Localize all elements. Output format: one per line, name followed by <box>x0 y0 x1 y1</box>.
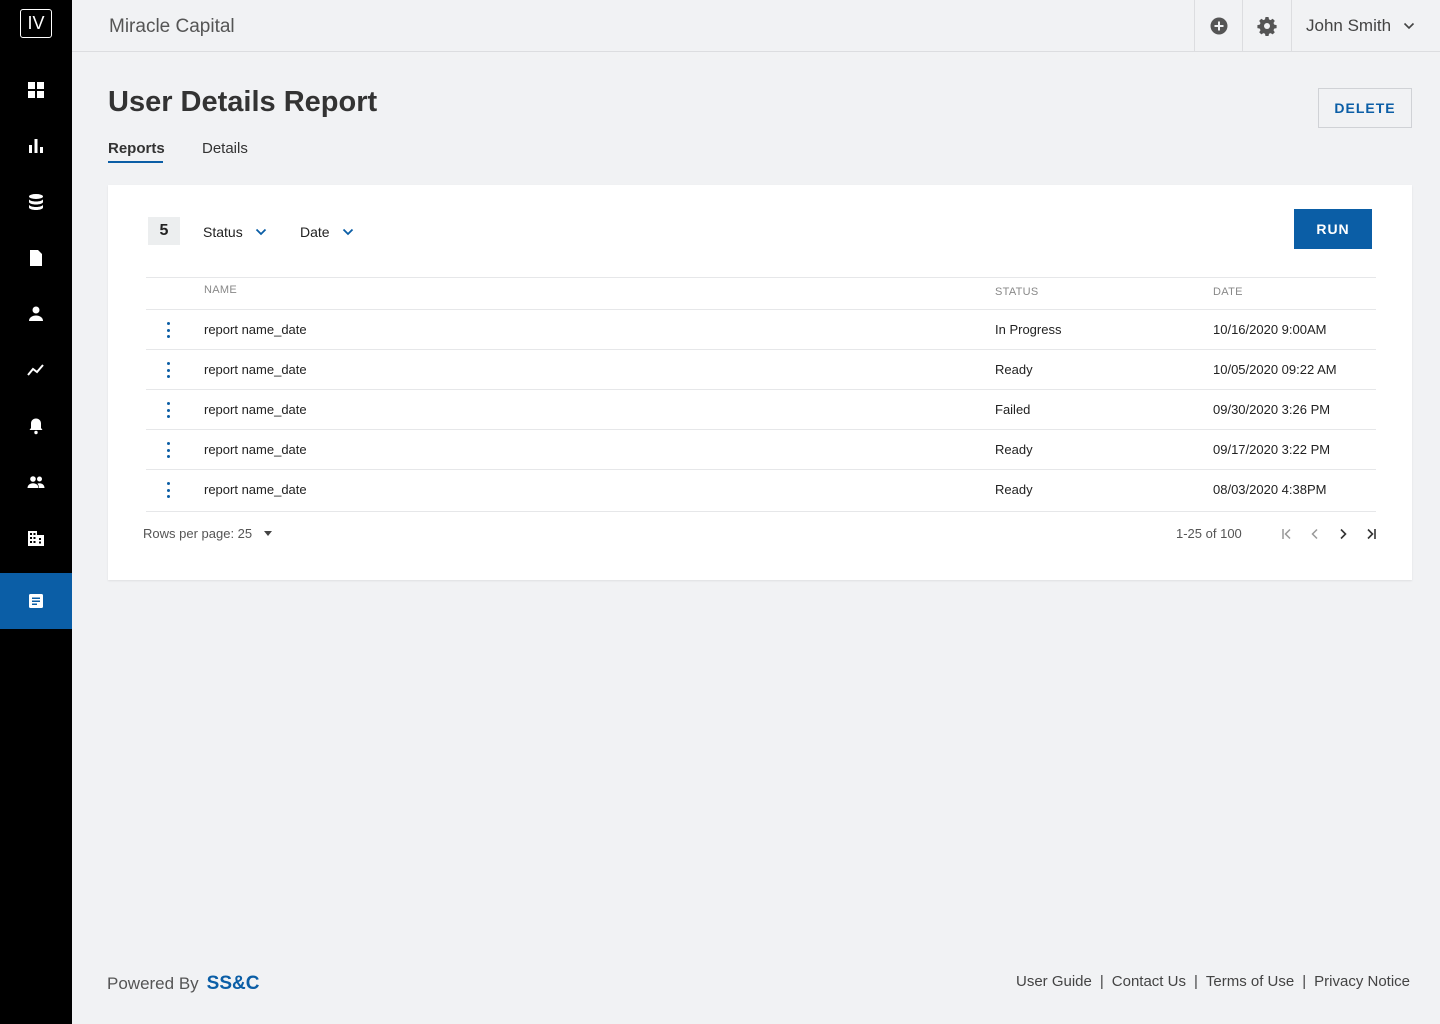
bell-icon <box>29 418 43 435</box>
chevron-down-icon <box>342 228 353 236</box>
row-name: report name_date <box>204 402 307 417</box>
terms-of-use-link[interactable]: Terms of Use <box>1206 973 1294 990</box>
last-page-button[interactable] <box>1357 526 1385 542</box>
row-status: Ready <box>995 482 1033 497</box>
report-icon <box>29 594 43 608</box>
user-name: John Smith <box>1306 15 1392 35</box>
row-date: 09/30/2020 3:26 PM <box>1213 402 1331 417</box>
app-title: Miracle Capital <box>109 16 235 37</box>
status-filter-label: Status <box>203 224 243 240</box>
table-row[interactable]: report name_date Ready 09/17/2020 3:22 P… <box>146 430 1376 470</box>
rows-per-page-select[interactable]: Rows per page: 25 <box>143 526 273 541</box>
dashboard-icon <box>28 82 44 98</box>
report-count-badge: 5 <box>148 217 180 245</box>
previous-page-button[interactable] <box>1301 526 1329 542</box>
row-status: In Progress <box>995 322 1062 337</box>
row-menu-icon[interactable] <box>164 482 172 498</box>
divider: | <box>1099 973 1104 990</box>
table-header: Name Status Date <box>146 277 1376 310</box>
sidebar-item-trends[interactable] <box>0 342 72 398</box>
first-page-button[interactable] <box>1273 526 1301 542</box>
row-menu-icon[interactable] <box>164 362 172 378</box>
chevron-left-icon <box>1311 528 1318 540</box>
settings-button[interactable] <box>1242 0 1291 51</box>
sidebar-item-organizations[interactable] <box>0 510 72 566</box>
ssc-logo: SS&C <box>206 973 260 994</box>
column-header-status[interactable]: Status <box>995 286 1039 298</box>
contact-us-link[interactable]: Contact Us <box>1112 973 1186 990</box>
chevron-right-icon <box>1340 528 1347 540</box>
sidebar-item-data[interactable] <box>0 174 72 230</box>
date-filter[interactable]: Date <box>300 224 354 240</box>
rows-per-page-label: Rows per page: 25 <box>143 526 253 541</box>
date-filter-label: Date <box>300 224 330 240</box>
group-icon <box>27 476 45 488</box>
pagination-range: 1-25 of 100 <box>1176 526 1242 541</box>
column-header-name[interactable]: Name <box>204 284 237 296</box>
gear-icon <box>1257 16 1277 36</box>
active-tab-indicator <box>108 161 163 163</box>
row-name: report name_date <box>204 442 307 457</box>
sidebar-item-reports[interactable] <box>0 573 72 629</box>
row-date: 10/05/2020 09:22 AM <box>1213 362 1337 377</box>
app-logo[interactable]: IV <box>20 9 52 38</box>
building-icon <box>28 531 44 546</box>
divider: | <box>1302 973 1307 990</box>
chevron-down-icon <box>255 228 266 236</box>
row-date: 08/03/2020 4:38PM <box>1213 482 1327 497</box>
page-title: User Details Report <box>108 86 378 118</box>
table-footer: Rows per page: 25 1-25 of 100 <box>143 526 1383 544</box>
sidebar-item-documents[interactable] <box>0 230 72 286</box>
sidebar-item-groups[interactable] <box>0 454 72 510</box>
user-guide-link[interactable]: User Guide <box>1016 973 1092 990</box>
divider: | <box>1193 973 1198 990</box>
add-button[interactable] <box>1194 0 1243 51</box>
row-menu-icon[interactable] <box>164 322 172 338</box>
row-status: Ready <box>995 362 1033 377</box>
tab-details[interactable]: Details <box>202 140 248 165</box>
trend-line-icon <box>27 364 44 376</box>
reports-card: 5 Status Date RUN Name Status Date repor… <box>108 185 1412 580</box>
sidebar: IV <box>0 0 72 1024</box>
row-date: 10/16/2020 9:00AM <box>1213 322 1327 337</box>
last-page-icon <box>1367 528 1376 540</box>
status-filter[interactable]: Status <box>203 224 267 240</box>
footer-links: User Guide | Contact Us | Terms of Use |… <box>1016 973 1410 990</box>
reports-table: Name Status Date report name_date In Pro… <box>146 277 1376 512</box>
plus-circle-icon <box>1210 17 1228 34</box>
row-status: Ready <box>995 442 1033 457</box>
row-name: report name_date <box>204 482 307 497</box>
row-menu-icon[interactable] <box>164 402 172 418</box>
row-name: report name_date <box>204 362 307 377</box>
row-date: 09/17/2020 3:22 PM <box>1213 442 1331 457</box>
powered-by: Powered By SS&C <box>107 973 259 995</box>
sidebar-item-charts[interactable] <box>0 118 72 174</box>
run-button[interactable]: RUN <box>1294 209 1372 249</box>
row-menu-icon[interactable] <box>164 442 172 458</box>
first-page-icon <box>1282 528 1291 540</box>
caret-down-icon <box>264 531 273 536</box>
document-icon <box>30 250 42 266</box>
powered-by-label: Powered By <box>107 974 199 993</box>
table-row[interactable]: report name_date In Progress 10/16/2020 … <box>146 310 1376 350</box>
bar-chart-icon <box>29 139 43 153</box>
row-status: Failed <box>995 402 1031 417</box>
table-row[interactable]: report name_date Ready 10/05/2020 09:22 … <box>146 350 1376 390</box>
pagination-controls <box>1273 526 1385 542</box>
row-name: report name_date <box>204 322 307 337</box>
next-page-button[interactable] <box>1329 526 1357 542</box>
column-header-date[interactable]: Date <box>1213 286 1243 298</box>
sidebar-item-users[interactable] <box>0 286 72 342</box>
chevron-down-icon <box>1403 22 1415 29</box>
top-bar: Miracle Capital John Smith <box>72 0 1440 52</box>
table-row[interactable]: report name_date Failed 09/30/2020 3:26 … <box>146 390 1376 430</box>
delete-button[interactable]: DELETE <box>1318 88 1412 128</box>
privacy-notice-link[interactable]: Privacy Notice <box>1314 973 1410 990</box>
sidebar-item-notifications[interactable] <box>0 398 72 454</box>
sidebar-item-dashboard[interactable] <box>0 62 72 118</box>
user-menu[interactable]: John Smith <box>1291 0 1440 51</box>
person-icon <box>29 306 43 321</box>
table-row[interactable]: report name_date Ready 08/03/2020 4:38PM <box>146 470 1376 512</box>
database-icon <box>29 194 43 210</box>
